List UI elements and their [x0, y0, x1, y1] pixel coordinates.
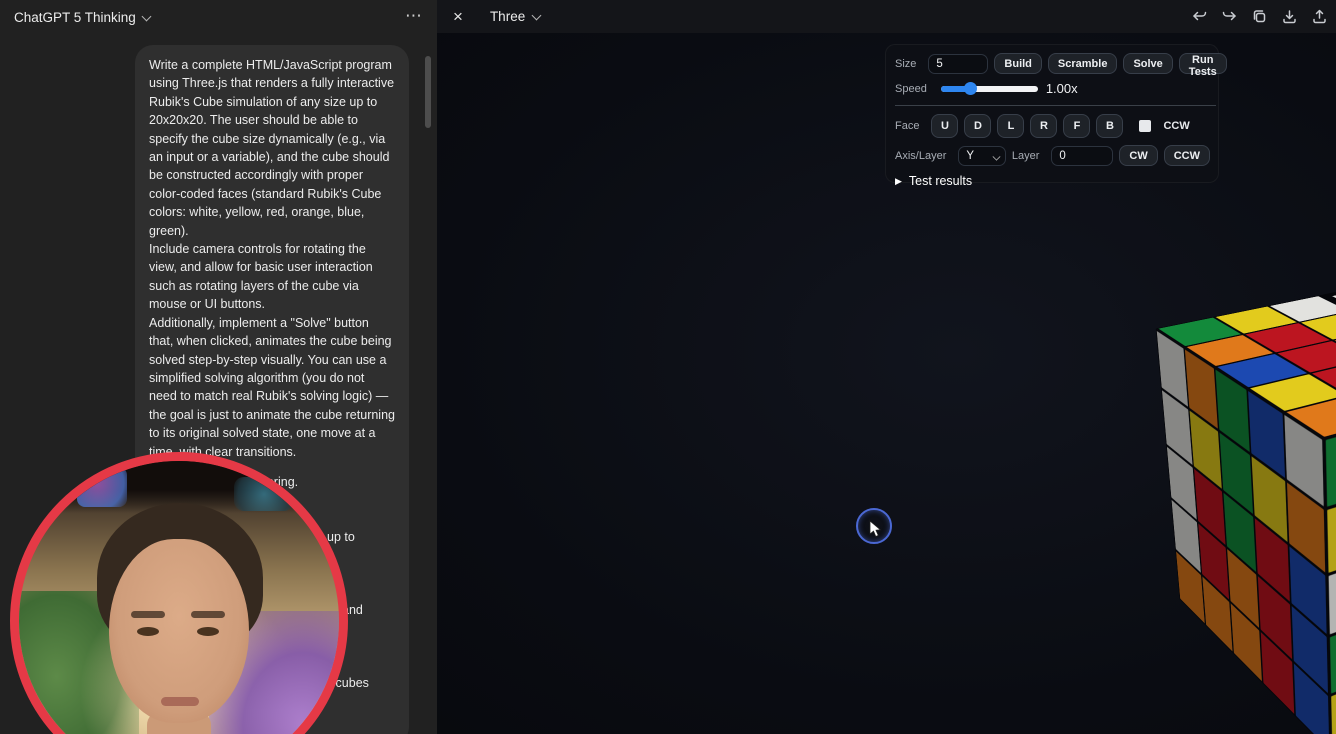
face-button-r[interactable]: R [1030, 114, 1058, 138]
scrollbar-thumb[interactable] [425, 56, 431, 128]
face-label: Face [895, 120, 920, 132]
face-button-d[interactable]: D [964, 114, 992, 138]
partial-text-line: up to [327, 530, 355, 544]
undo-icon[interactable] [1191, 8, 1208, 25]
app-window: ChatGPT 5 Thinking ⋯ Write a complete HT… [0, 0, 1336, 734]
face-button-f[interactable]: F [1063, 114, 1091, 138]
share-icon[interactable] [1311, 8, 1328, 25]
caret-right-icon: ▶ [895, 175, 902, 186]
shelf-object [77, 467, 127, 507]
person-eyebrow [131, 611, 165, 618]
axis-layer-label: Axis/Layer [895, 149, 947, 162]
canvas-panel: × Three Size 5 Build Scramble Solve Run … [437, 0, 1336, 734]
ccw-button[interactable]: CCW [1163, 145, 1210, 166]
chevron-down-icon [532, 12, 541, 21]
size-label: Size [895, 57, 917, 70]
solve-button[interactable]: Solve [1123, 53, 1173, 74]
canvas-title-selector[interactable]: Three [490, 9, 541, 24]
chat-header: ChatGPT 5 Thinking ⋯ [0, 0, 437, 34]
mouse-cursor [869, 520, 882, 543]
webcam-overlay [10, 452, 348, 734]
chevron-down-icon [142, 13, 151, 22]
ccw-checkbox-label: CCW [1163, 120, 1190, 132]
layer-input[interactable] [1051, 145, 1114, 166]
person-eyebrow [191, 611, 225, 618]
person-mouth [161, 697, 199, 706]
redo-icon[interactable] [1221, 8, 1238, 25]
canvas-toolbar [1191, 0, 1328, 33]
chevron-down-icon [993, 153, 1000, 160]
ccw-checkbox[interactable] [1139, 120, 1152, 132]
download-icon[interactable] [1281, 8, 1298, 25]
divider [895, 105, 1216, 106]
speed-label: Speed [895, 82, 927, 95]
more-options-icon[interactable]: ⋯ [405, 6, 423, 26]
layer-label: Layer [1011, 149, 1040, 162]
model-name: ChatGPT 5 Thinking [14, 9, 136, 25]
cube-controls-panel: Size Build Scramble Solve Run Tests Spee… [885, 44, 1227, 188]
slider-thumb[interactable] [963, 82, 977, 95]
size-input[interactable] [928, 53, 989, 74]
cw-button[interactable]: CW [1119, 145, 1158, 166]
person-face [109, 539, 249, 723]
axis-select-value: Y [966, 149, 975, 162]
message-paragraph: Write a complete HTML/JavaScript program… [149, 58, 395, 238]
close-icon[interactable]: × [453, 8, 463, 25]
speed-slider[interactable] [940, 82, 1038, 95]
run-tests-button[interactable]: Run Tests [1178, 53, 1227, 78]
face-button-u[interactable]: U [931, 114, 959, 138]
model-selector[interactable]: ChatGPT 5 Thinking [14, 10, 151, 25]
copy-icon[interactable] [1251, 8, 1268, 25]
message-paragraph: Additionally, implement a "Solve" button… [149, 315, 395, 459]
test-results-toggle[interactable]: Test results [909, 174, 972, 188]
face-button-b[interactable]: B [1096, 114, 1124, 138]
person-eye [137, 627, 159, 636]
canvas-header: × Three [437, 0, 1336, 33]
message-paragraph: Include camera controls for rotating the… [149, 242, 373, 312]
shelf-object [234, 477, 294, 511]
axis-select[interactable]: Y [958, 145, 1006, 166]
build-button[interactable]: Build [994, 53, 1042, 74]
scramble-button[interactable]: Scramble [1047, 53, 1118, 74]
person-eye [197, 627, 219, 636]
canvas-title: Three [489, 9, 526, 24]
face-button-l[interactable]: L [997, 114, 1025, 138]
speed-value: 1.00x [1045, 81, 1078, 96]
